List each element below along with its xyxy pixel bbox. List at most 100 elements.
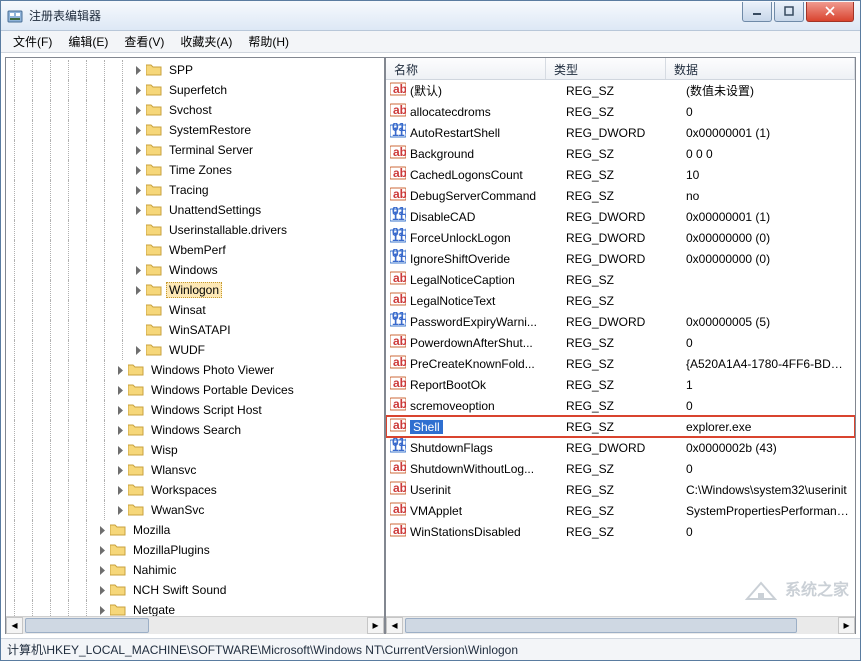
- tree-item[interactable]: Windows Search: [6, 420, 384, 440]
- tree-item[interactable]: WUDF: [6, 340, 384, 360]
- value-row[interactable]: UserinitREG_SZC:\Windows\system32\userin…: [386, 479, 855, 500]
- expander-icon[interactable]: [114, 464, 126, 476]
- value-row[interactable]: PasswordExpiryWarni...REG_DWORD0x0000000…: [386, 311, 855, 332]
- tree-item[interactable]: Time Zones: [6, 160, 384, 180]
- expander-icon[interactable]: [96, 604, 108, 616]
- expander-icon[interactable]: [132, 124, 144, 136]
- scroll-right-icon[interactable]: ▸: [838, 617, 855, 634]
- tree-item[interactable]: Superfetch: [6, 80, 384, 100]
- tree-item[interactable]: WwanSvc: [6, 500, 384, 520]
- expander-icon[interactable]: [132, 284, 144, 296]
- value-row[interactable]: scremoveoptionREG_SZ0: [386, 395, 855, 416]
- scroll-left-icon[interactable]: ◂: [6, 617, 23, 634]
- scroll-right-icon[interactable]: ▸: [367, 617, 384, 634]
- titlebar[interactable]: 注册表编辑器: [1, 1, 860, 31]
- menu-help[interactable]: 帮助(H): [240, 31, 297, 52]
- tree-item[interactable]: Nahimic: [6, 560, 384, 580]
- expander-icon[interactable]: [132, 64, 144, 76]
- tree-scrollbar[interactable]: ◂ ▸: [6, 616, 384, 633]
- expander-icon[interactable]: [96, 564, 108, 576]
- value-row[interactable]: ShutdownWithoutLog...REG_SZ0: [386, 458, 855, 479]
- tree-item[interactable]: Terminal Server: [6, 140, 384, 160]
- expander-icon[interactable]: [114, 424, 126, 436]
- tree-item[interactable]: Wisp: [6, 440, 384, 460]
- tree-item[interactable]: NCH Swift Sound: [6, 580, 384, 600]
- value-row[interactable]: DebugServerCommandREG_SZno: [386, 185, 855, 206]
- tree-item[interactable]: UnattendSettings: [6, 200, 384, 220]
- tree-item[interactable]: WbemPerf: [6, 240, 384, 260]
- tree-item[interactable]: Windows: [6, 260, 384, 280]
- registry-tree[interactable]: SPPSuperfetchSvchostSystemRestoreTermina…: [6, 58, 384, 616]
- scroll-left-icon[interactable]: ◂: [386, 617, 403, 634]
- expander-icon[interactable]: [132, 204, 144, 216]
- expander-icon[interactable]: [114, 444, 126, 456]
- scroll-track[interactable]: [403, 617, 838, 634]
- menu-file[interactable]: 文件(F): [5, 31, 60, 52]
- value-row[interactable]: PreCreateKnownFold...REG_SZ{A520A1A4-178…: [386, 353, 855, 374]
- expander-icon[interactable]: [132, 84, 144, 96]
- expander-icon[interactable]: [114, 504, 126, 516]
- value-data: {A520A1A4-1780-4FF6-BD18-1: [686, 357, 855, 371]
- value-row[interactable]: BackgroundREG_SZ0 0 0: [386, 143, 855, 164]
- tree-item[interactable]: WinSATAPI: [6, 320, 384, 340]
- tree-item[interactable]: Windows Portable Devices: [6, 380, 384, 400]
- expander-icon[interactable]: [132, 264, 144, 276]
- value-row[interactable]: ReportBootOkREG_SZ1: [386, 374, 855, 395]
- expander-icon[interactable]: [96, 524, 108, 536]
- maximize-button[interactable]: [774, 2, 804, 22]
- expander-icon[interactable]: [132, 344, 144, 356]
- tree-item[interactable]: Winsat: [6, 300, 384, 320]
- expander-icon[interactable]: [114, 484, 126, 496]
- scroll-track[interactable]: [23, 617, 367, 634]
- value-row[interactable]: LegalNoticeCaptionREG_SZ: [386, 269, 855, 290]
- tree-item[interactable]: Wlansvc: [6, 460, 384, 480]
- scroll-thumb[interactable]: [405, 618, 797, 633]
- tree-item[interactable]: Svchost: [6, 100, 384, 120]
- expander-icon[interactable]: [132, 164, 144, 176]
- scroll-thumb[interactable]: [25, 618, 149, 633]
- minimize-button[interactable]: [742, 2, 772, 22]
- tree-item[interactable]: Mozilla: [6, 520, 384, 540]
- column-data[interactable]: 数据: [666, 58, 855, 79]
- value-row[interactable]: CachedLogonsCountREG_SZ10: [386, 164, 855, 185]
- value-row[interactable]: ShutdownFlagsREG_DWORD0x0000002b (43): [386, 437, 855, 458]
- tree-item[interactable]: Winlogon: [6, 280, 384, 300]
- column-name[interactable]: 名称: [386, 58, 546, 79]
- expander-icon[interactable]: [114, 384, 126, 396]
- list-scrollbar[interactable]: ◂ ▸: [386, 616, 855, 633]
- value-row[interactable]: ShellREG_SZexplorer.exe: [386, 416, 855, 437]
- column-type[interactable]: 类型: [546, 58, 666, 79]
- value-row[interactable]: PowerdownAfterShut...REG_SZ0: [386, 332, 855, 353]
- menu-favorites[interactable]: 收藏夹(A): [172, 31, 240, 52]
- tree-item[interactable]: Windows Photo Viewer: [6, 360, 384, 380]
- tree-item[interactable]: SPP: [6, 60, 384, 80]
- value-row[interactable]: WinStationsDisabledREG_SZ0: [386, 521, 855, 542]
- tree-item[interactable]: Windows Script Host: [6, 400, 384, 420]
- expander-icon[interactable]: [96, 544, 108, 556]
- value-row[interactable]: LegalNoticeTextREG_SZ: [386, 290, 855, 311]
- expander-icon[interactable]: [114, 364, 126, 376]
- folder-icon: [146, 162, 166, 179]
- expander-icon[interactable]: [114, 404, 126, 416]
- expander-icon[interactable]: [132, 104, 144, 116]
- expander-icon[interactable]: [96, 584, 108, 596]
- value-row[interactable]: allocatecdromsREG_SZ0: [386, 101, 855, 122]
- expander-icon[interactable]: [132, 144, 144, 156]
- close-button[interactable]: [806, 2, 854, 22]
- tree-item[interactable]: Netgate: [6, 600, 384, 616]
- expander-icon[interactable]: [132, 184, 144, 196]
- tree-item[interactable]: Tracing: [6, 180, 384, 200]
- value-row[interactable]: IgnoreShiftOverideREG_DWORD0x00000000 (0…: [386, 248, 855, 269]
- menu-view[interactable]: 查看(V): [116, 31, 172, 52]
- values-list[interactable]: 名称 类型 数据 (默认)REG_SZ(数值未设置)allocatecdroms…: [386, 58, 855, 616]
- value-row[interactable]: VMAppletREG_SZSystemPropertiesPerformanc…: [386, 500, 855, 521]
- value-row[interactable]: AutoRestartShellREG_DWORD0x00000001 (1): [386, 122, 855, 143]
- value-row[interactable]: ForceUnlockLogonREG_DWORD0x00000000 (0): [386, 227, 855, 248]
- tree-item[interactable]: MozillaPlugins: [6, 540, 384, 560]
- menu-edit[interactable]: 编辑(E): [60, 31, 116, 52]
- value-row[interactable]: DisableCADREG_DWORD0x00000001 (1): [386, 206, 855, 227]
- tree-item[interactable]: SystemRestore: [6, 120, 384, 140]
- tree-item[interactable]: Workspaces: [6, 480, 384, 500]
- tree-item[interactable]: Userinstallable.drivers: [6, 220, 384, 240]
- value-row[interactable]: (默认)REG_SZ(数值未设置): [386, 80, 855, 101]
